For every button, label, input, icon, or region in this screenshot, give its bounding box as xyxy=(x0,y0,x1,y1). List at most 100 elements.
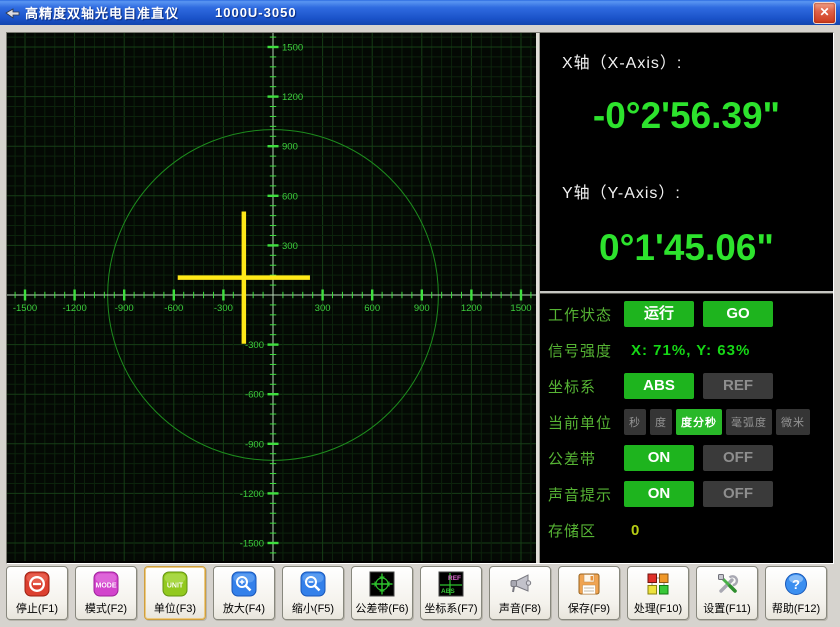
svg-text:300: 300 xyxy=(315,303,331,314)
save-button-label: 保存(F9) xyxy=(568,600,610,616)
svg-text:300: 300 xyxy=(282,241,298,252)
mode-icon: MODE xyxy=(93,571,119,597)
status-rows: 工作状态 运行 GO 信号强度 X: 71%, Y: 63% 坐标系 ABS R… xyxy=(540,294,833,563)
tolerance-band-label: 公差带 xyxy=(548,448,624,469)
x-axis-label: X轴（X-Axis）: xyxy=(562,49,682,73)
tolerance-off-button[interactable]: OFF xyxy=(703,445,773,471)
svg-text:-600: -600 xyxy=(164,303,183,314)
coordinate-system-icon: REF ABS xyxy=(438,571,464,597)
svg-text:-1200: -1200 xyxy=(240,489,264,500)
readouts: X轴（X-Axis）: -0°2'56.39" Y轴（Y-Axis）: 0°1'… xyxy=(540,33,833,291)
svg-text:-300: -300 xyxy=(245,340,264,351)
svg-text:1200: 1200 xyxy=(461,303,482,314)
storage-area-value: 0 xyxy=(631,522,640,539)
app-window: 高精度双轴光电自准直仪 1000U-3050 ✕ -1500-1200-900-… xyxy=(0,0,840,627)
tolerance-band-row: 公差带 ON OFF xyxy=(540,440,833,476)
svg-text:900: 900 xyxy=(282,142,298,153)
mode-button[interactable]: MODE 模式(F2) xyxy=(75,566,137,620)
unit-icon: UNIT xyxy=(162,571,188,597)
svg-text:-900: -900 xyxy=(115,303,134,314)
svg-text:ABS: ABS xyxy=(441,588,455,595)
sound-icon xyxy=(507,571,533,597)
current-unit-row: 当前单位 秒 度 度分秒 毫弧度 微米 xyxy=(540,404,833,440)
current-unit-label: 当前单位 xyxy=(548,412,624,433)
unit-option-degree[interactable]: 度 xyxy=(650,409,672,435)
svg-text:600: 600 xyxy=(282,191,298,202)
coordinate-system-row: 坐标系 ABS REF xyxy=(540,368,833,404)
window-model: 1000U-3050 xyxy=(215,5,297,20)
zoom-out-button-label: 缩小(F5) xyxy=(292,600,334,616)
process-icon xyxy=(645,571,671,597)
right-panel: X轴（X-Axis）: -0°2'56.39" Y轴（Y-Axis）: 0°1'… xyxy=(540,33,833,563)
process-button[interactable]: 处理(F10) xyxy=(627,566,689,620)
zoom-in-icon xyxy=(231,571,257,597)
window-title: 高精度双轴光电自准直仪 xyxy=(25,3,179,22)
go-button[interactable]: GO xyxy=(703,301,773,327)
unit-button-label: 单位(F3) xyxy=(154,600,196,616)
toolbar: 停止(F1) MODE 模式(F2) UNIT 单位(F3) xyxy=(6,566,834,622)
coordinate-system-button[interactable]: REF ABS 坐标系(F7) xyxy=(420,566,482,620)
close-button[interactable]: ✕ xyxy=(813,2,836,24)
svg-text:UNIT: UNIT xyxy=(167,583,184,590)
tolerance-band-button[interactable]: 公差带(F6) xyxy=(351,566,413,620)
signal-strength-row: 信号强度 X: 71%, Y: 63% xyxy=(540,332,833,368)
client-area: -1500 -1200 -900 -600 -300 300 600 900 1200 1500 -… xyxy=(0,25,840,627)
save-icon xyxy=(576,571,602,597)
abs-button[interactable]: ABS xyxy=(624,373,694,399)
signal-strength-label: 信号强度 xyxy=(548,340,624,361)
svg-text:REF: REF xyxy=(448,575,461,582)
sound-button-label: 声音(F8) xyxy=(499,600,541,616)
storage-area-label: 存储区 xyxy=(548,520,624,541)
settings-button-label: 设置(F11) xyxy=(703,600,750,616)
svg-text:-900: -900 xyxy=(245,439,264,450)
help-icon: ? xyxy=(783,571,809,597)
zoom-in-button-label: 放大(F4) xyxy=(223,600,265,616)
sound-off-button[interactable]: OFF xyxy=(703,481,773,507)
signal-strength-value: X: 71%, Y: 63% xyxy=(631,342,750,359)
y-axis-label: Y轴（Y-Axis）: xyxy=(562,179,681,203)
sound-button[interactable]: 声音(F8) xyxy=(489,566,551,620)
save-button[interactable]: 保存(F9) xyxy=(558,566,620,620)
svg-text:-1500: -1500 xyxy=(13,303,37,314)
svg-text:-600: -600 xyxy=(245,390,264,401)
zoom-out-icon xyxy=(300,571,326,597)
svg-text:1500: 1500 xyxy=(282,43,303,54)
work-status-label: 工作状态 xyxy=(548,304,624,325)
sound-on-button[interactable]: ON xyxy=(624,481,694,507)
svg-text:900: 900 xyxy=(414,303,430,314)
unit-option-second[interactable]: 秒 xyxy=(624,409,646,435)
svg-text:1200: 1200 xyxy=(282,92,303,103)
tolerance-band-icon xyxy=(369,571,395,597)
help-button[interactable]: ? 帮助(F12) xyxy=(765,566,827,620)
svg-text:MODE: MODE xyxy=(96,583,117,590)
sound-prompt-label: 声音提示 xyxy=(548,484,624,505)
svg-text:-1500: -1500 xyxy=(240,539,264,550)
unit-button[interactable]: UNIT 单位(F3) xyxy=(144,566,206,620)
titlebar[interactable]: 高精度双轴光电自准直仪 1000U-3050 ✕ xyxy=(0,0,840,25)
storage-area-row: 存储区 0 xyxy=(540,512,833,548)
ref-button[interactable]: REF xyxy=(703,373,773,399)
unit-option-mrad[interactable]: 毫弧度 xyxy=(726,409,772,435)
svg-text:?: ? xyxy=(792,577,800,592)
plot-svg: -1500 -1200 -900 -600 -300 300 600 900 1200 1500 -… xyxy=(7,33,536,561)
zoom-out-button[interactable]: 缩小(F5) xyxy=(282,566,344,620)
stop-button-label: 停止(F1) xyxy=(16,600,58,616)
svg-text:1500: 1500 xyxy=(510,303,531,314)
sound-prompt-row: 声音提示 ON OFF xyxy=(540,476,833,512)
process-button-label: 处理(F10) xyxy=(634,600,682,616)
coordinate-system-label: 坐标系 xyxy=(548,376,624,397)
settings-button[interactable]: 设置(F11) xyxy=(696,566,758,620)
run-button[interactable]: 运行 xyxy=(624,301,694,327)
y-axis-value: 0°1'45.06" xyxy=(540,227,833,269)
tolerance-on-button[interactable]: ON xyxy=(624,445,694,471)
svg-text:600: 600 xyxy=(364,303,380,314)
stop-button[interactable]: 停止(F1) xyxy=(6,566,68,620)
help-button-label: 帮助(F12) xyxy=(772,600,820,616)
unit-option-micron[interactable]: 微米 xyxy=(776,409,810,435)
unit-option-dms[interactable]: 度分秒 xyxy=(676,409,722,435)
zoom-in-button[interactable]: 放大(F4) xyxy=(213,566,275,620)
graticule-plot: -1500 -1200 -900 -600 -300 300 600 900 1200 1500 -… xyxy=(7,33,536,561)
coordinate-system-button-label: 坐标系(F7) xyxy=(424,600,477,616)
workspace: -1500 -1200 -900 -600 -300 300 600 900 1200 1500 -… xyxy=(6,32,834,564)
app-icon xyxy=(5,5,21,21)
